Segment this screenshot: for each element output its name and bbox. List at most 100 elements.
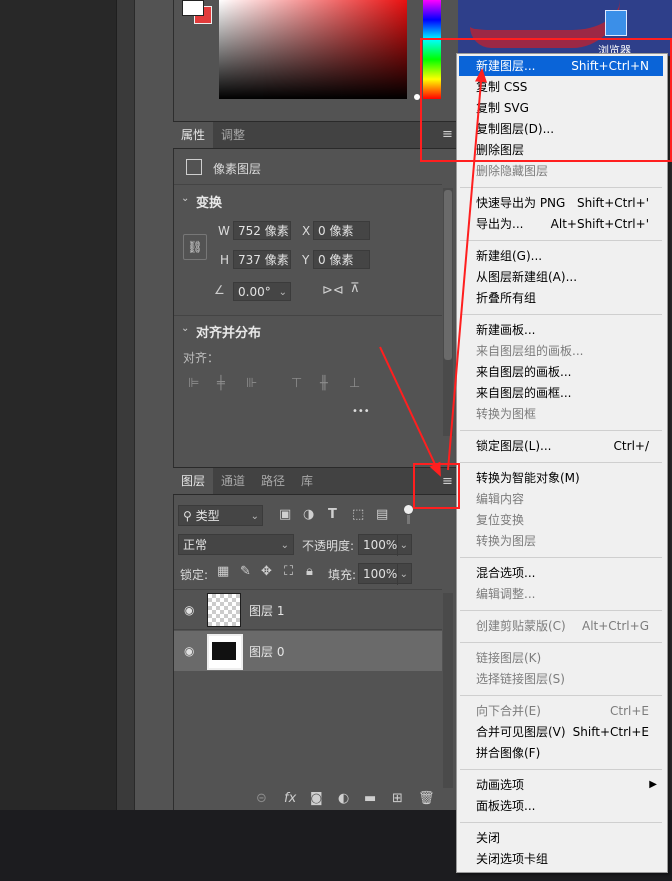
x-position-field[interactable]: 0 像素 — [313, 221, 370, 240]
tab-libraries[interactable]: 库 — [293, 468, 321, 494]
type-filter-icon[interactable]: T — [328, 508, 337, 522]
menu-item[interactable]: 动画选项 ▶ — [459, 775, 663, 795]
menu-item-label: 选择链接图层(S) — [476, 672, 565, 686]
lock-image-pixels-icon[interactable]: ✎ — [240, 565, 251, 579]
menu-item[interactable]: 编辑内容 — [459, 489, 663, 509]
layers-scrollbar[interactable] — [443, 593, 453, 788]
eye-icon[interactable]: ◉ — [184, 603, 194, 617]
more-options-icon[interactable]: ••• — [352, 406, 370, 417]
new-adjustment-layer-icon[interactable]: ◐ — [338, 792, 349, 806]
menu-item[interactable]: 面板选项... — [459, 796, 663, 816]
browser-desktop-icon[interactable] — [605, 10, 627, 36]
tab-layers[interactable]: 图层 — [173, 468, 214, 494]
align-horizontal-center-icon[interactable]: ╪ — [217, 377, 225, 391]
shape-filter-icon[interactable]: ⬚ — [352, 508, 364, 522]
menu-item[interactable]: 删除隐藏图层 — [459, 161, 663, 181]
menu-item[interactable]: 来自图层的画板... — [459, 362, 663, 382]
properties-tab-bar: 属性 调整 ≡ — [173, 121, 458, 149]
menu-item-label: 新建画板... — [476, 323, 536, 337]
align-vertical-center-icon[interactable]: ╫ — [320, 377, 328, 391]
tab-properties[interactable]: 属性 — [173, 122, 214, 148]
height-field[interactable]: 737 像素 — [233, 250, 291, 269]
properties-scrollbar-thumb[interactable] — [444, 190, 452, 360]
menu-item-shortcut: Shift+Ctrl+' — [576, 196, 649, 210]
menu-item[interactable]: 合并可见图层(V) Shift+Ctrl+E — [459, 722, 663, 742]
menu-item[interactable]: 关闭选项卡组 — [459, 849, 663, 869]
fill-field[interactable]: 100% ⌄ — [358, 563, 412, 585]
new-group-icon[interactable]: ▬ — [364, 792, 376, 806]
fx-icon[interactable]: fx — [284, 792, 296, 806]
link-layers-icon[interactable]: ⊝ — [256, 792, 267, 806]
delete-layer-icon[interactable]: 🗑︎ — [418, 792, 435, 806]
smart-object-filter-icon[interactable]: ▤ — [376, 508, 388, 522]
menu-item[interactable]: 编辑调整... — [459, 584, 663, 604]
divider — [174, 315, 442, 316]
menu-item[interactable]: 快速导出为 PNG Shift+Ctrl+' — [459, 193, 663, 213]
menu-item[interactable]: 复位变换 — [459, 510, 663, 530]
layer-thumbnail — [207, 634, 243, 670]
blend-mode-select[interactable]: 正常 ⌄ — [178, 534, 294, 555]
tab-paths[interactable]: 路径 — [253, 468, 293, 494]
menu-item[interactable]: 折叠所有组 — [459, 288, 663, 308]
chevron-down-icon[interactable]: ⌄ — [181, 323, 189, 334]
layer-filter-select[interactable]: ⚲ 类型 ⌄ — [178, 505, 263, 526]
menu-item-label: 复位变换 — [476, 513, 525, 527]
width-field[interactable]: 752 像素 — [233, 221, 291, 240]
menu-item[interactable]: 链接图层(K) — [459, 648, 663, 668]
menu-item[interactable]: 锁定图层(L)... Ctrl+/ — [459, 436, 663, 456]
layer-row-selected[interactable]: ◉ 图层 0 — [174, 631, 442, 671]
foreground-color-swatch[interactable] — [182, 0, 204, 16]
lock-all-icon[interactable]: 🔒︎ — [306, 565, 313, 579]
canvas-area — [0, 0, 116, 810]
chevron-down-icon[interactable]: ⌄ — [279, 283, 287, 302]
filter-toggle-icon[interactable] — [404, 505, 413, 514]
lock-transparent-pixels-icon[interactable]: ▦ — [217, 565, 229, 579]
menu-item[interactable]: 新建画板... — [459, 320, 663, 340]
eye-icon[interactable]: ◉ — [184, 644, 194, 658]
menu-item[interactable]: 来自图层组的画板... — [459, 341, 663, 361]
flip-horizontal-icon[interactable]: ⊳⊲ — [322, 283, 344, 298]
menu-item-label: 删除隐藏图层 — [476, 164, 549, 178]
color-picker-field[interactable] — [219, 0, 407, 99]
menu-item[interactable]: 新建组(G)... — [459, 246, 663, 266]
menu-item-label: 链接图层(K) — [476, 651, 542, 665]
menu-item[interactable]: 转换为智能对象(M) — [459, 468, 663, 488]
menu-separator — [460, 430, 662, 431]
angle-field[interactable]: 0.00° ⌄ — [233, 282, 291, 301]
menu-item[interactable]: 转换为图层 — [459, 531, 663, 551]
menu-separator — [460, 462, 662, 463]
flip-vertical-icon[interactable]: ⊼ — [350, 281, 360, 296]
menu-item-label: 转换为图层 — [476, 534, 537, 548]
menu-item[interactable]: 从图层新建组(A)... — [459, 267, 663, 287]
align-bottom-icon[interactable]: ⊥ — [349, 377, 360, 391]
pixel-filter-icon[interactable]: ▣ — [279, 508, 291, 522]
menu-item[interactable]: 混合选项... — [459, 563, 663, 583]
adjustment-filter-icon[interactable]: ◑ — [303, 508, 314, 522]
layer-row[interactable]: ◉ 图层 1 — [174, 590, 442, 630]
menu-item-label: 转换为智能对象(M) — [476, 471, 580, 485]
tab-channels[interactable]: 通道 — [213, 468, 253, 494]
y-position-field[interactable]: 0 像素 — [313, 250, 370, 269]
add-mask-icon[interactable]: ◙ — [310, 792, 323, 806]
lock-position-icon[interactable]: ✥ — [261, 565, 272, 579]
menu-item[interactable]: 选择链接图层(S) — [459, 669, 663, 689]
y-label: Y — [302, 253, 310, 267]
chevron-down-icon[interactable]: ⌄ — [181, 193, 189, 204]
link-icon[interactable]: ⛓ — [183, 234, 207, 260]
opacity-field[interactable]: 100% ⌄ — [358, 534, 412, 556]
menu-item[interactable]: 关闭 — [459, 828, 663, 848]
align-right-icon[interactable]: ⊪ — [246, 377, 257, 391]
menu-item-label: 从图层新建组(A)... — [476, 270, 578, 284]
menu-item[interactable]: 导出为... Alt+Shift+Ctrl+' — [459, 214, 663, 234]
menu-item[interactable]: 来自图层的画框... — [459, 383, 663, 403]
tab-adjustments[interactable]: 调整 — [213, 122, 253, 148]
align-left-icon[interactable]: ⊫ — [188, 377, 199, 391]
menu-separator — [460, 822, 662, 823]
menu-item[interactable]: 转换为图框 — [459, 404, 663, 424]
menu-item[interactable]: 拼合图像(F) — [459, 743, 663, 763]
lock-artboard-icon[interactable]: ⛶ — [284, 565, 293, 579]
menu-item[interactable]: 创建剪贴蒙版(C) Alt+Ctrl+G — [459, 616, 663, 636]
align-top-icon[interactable]: ⊤ — [291, 377, 302, 391]
new-layer-icon[interactable]: ⊞ — [392, 792, 403, 806]
menu-item[interactable]: 向下合并(E) Ctrl+E — [459, 701, 663, 721]
